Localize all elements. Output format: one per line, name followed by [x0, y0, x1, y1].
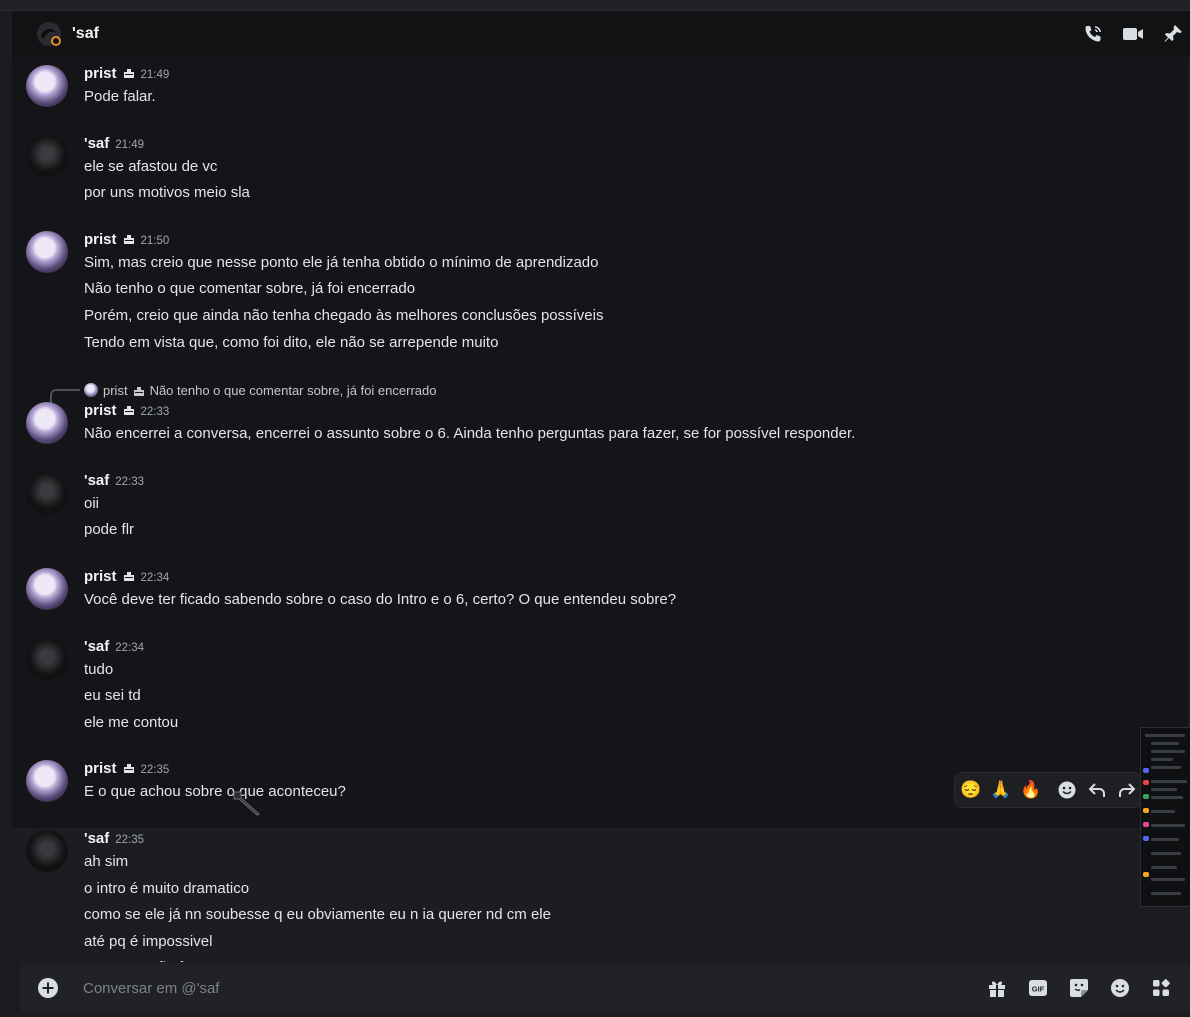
reaction-pensive[interactable]: 😔	[959, 778, 983, 802]
message[interactable]: prist Não tenho o que comentar sobre, já …	[12, 378, 1188, 449]
user-avatar[interactable]	[26, 230, 68, 273]
message-text: até pq é impossivel	[84, 932, 213, 950]
timestamp: 21:49	[140, 69, 170, 81]
message-composer[interactable]: Conversar em @'saf GIF	[20, 963, 1190, 1013]
add-reaction-icon[interactable]	[1055, 778, 1079, 802]
timestamp: 22:33	[140, 406, 170, 419]
svg-text:GIF: GIF	[1032, 985, 1045, 994]
username[interactable]: prist	[84, 567, 117, 587]
message[interactable]: 'saf 21:49 ele se afastou de vc por uns mot…	[12, 133, 1188, 208]
timestamp: 21:50	[140, 234, 170, 247]
reply-preview[interactable]: prist Não tenho o que comentar sobre, já …	[50, 379, 1168, 406]
message-text: pode flr	[84, 521, 135, 539]
window-top-strip	[0, 0, 1190, 11]
timestamp: 22:33	[115, 475, 145, 488]
message-text: ah sim	[84, 852, 129, 870]
message-text: Sim, mas creio que nesse ponto ele já te…	[84, 253, 599, 271]
message[interactable]: prist 21:50 Sim, mas creio que nesse ponto…	[12, 229, 1188, 357]
message-input[interactable]: Conversar em @'saf	[83, 980, 219, 997]
clan-tag-icon	[123, 406, 134, 416]
user-avatar[interactable]	[26, 65, 68, 107]
timestamp: 22:34	[115, 641, 145, 654]
message-text: Pode falar.	[84, 88, 156, 105]
message-text: tudo	[84, 660, 114, 678]
user-avatar[interactable]	[26, 760, 68, 803]
screen-share-thumbnail[interactable]	[1140, 727, 1190, 907]
left-edge	[0, 57, 12, 1017]
plus-circle-icon[interactable]	[37, 977, 59, 999]
username[interactable]: 'saf	[84, 134, 109, 154]
message-list[interactable]: prist 21:49 Pode falar. 'saf 21:49 ele se afa…	[12, 57, 1188, 962]
message-text: e nem se não fosse	[84, 955, 1168, 962]
reply-author[interactable]: prist	[103, 383, 128, 398]
username[interactable]: prist	[84, 230, 117, 250]
header-title: 'saf	[72, 25, 99, 42]
timestamp: 21:49	[115, 138, 145, 151]
timestamp: 22:35	[115, 833, 145, 846]
gif-icon[interactable]: GIF	[1027, 977, 1049, 999]
video-call-icon[interactable]	[1122, 23, 1144, 45]
user-avatar[interactable]	[26, 829, 68, 872]
message-text: Não tenho o que comentar sobre, já foi e…	[84, 280, 416, 298]
reaction-pray[interactable]: 🙏	[989, 778, 1013, 802]
clan-tag-icon	[123, 764, 134, 774]
forward-icon[interactable]	[1115, 778, 1139, 802]
user-avatar[interactable]	[26, 567, 68, 610]
gift-icon[interactable]	[986, 977, 1008, 999]
username[interactable]: prist	[84, 401, 117, 421]
clan-tag-icon	[123, 571, 134, 581]
user-avatar[interactable]	[26, 402, 68, 445]
username[interactable]: 'saf	[84, 829, 109, 849]
clan-tag-icon	[123, 234, 134, 244]
message-hover-toolbar: 😔 🙏 🔥	[955, 773, 1141, 807]
clan-tag-icon	[133, 386, 144, 396]
reaction-fire[interactable]: 🔥	[1019, 778, 1043, 802]
pin-icon[interactable]	[1162, 23, 1184, 45]
username[interactable]: 'saf	[84, 637, 109, 657]
message-text: Você deve ter ficado sabendo sobre o cas…	[84, 590, 677, 608]
mouse-cursor	[232, 790, 262, 816]
user-avatar[interactable]	[26, 134, 68, 177]
message-text: Tendo em vista que, como foi dito, ele n…	[84, 333, 499, 351]
clan-tag-icon	[123, 69, 134, 78]
timestamp: 22:35	[140, 764, 170, 777]
header-avatar[interactable]	[36, 21, 62, 47]
reply-text: Não tenho o que comentar sobre, já foi e…	[149, 382, 437, 398]
message-text: Porém, creio que ainda não tenha chegado…	[84, 306, 604, 324]
timestamp: 22:34	[140, 571, 170, 584]
message-text: o intro é muito dramatico	[84, 879, 250, 897]
message-text: por uns motivos meio sla	[84, 184, 250, 202]
message-text: como se ele já nn soubesse q eu obviamen…	[84, 906, 551, 924]
user-avatar[interactable]	[26, 471, 68, 514]
message-text: ele me contou	[84, 713, 179, 731]
username[interactable]: prist	[84, 64, 117, 84]
message-text: ele se afastou de vc	[84, 157, 218, 175]
message[interactable]: 'saf 22:35 ah sim o intro é muito dramatico…	[12, 827, 1188, 962]
message[interactable]: 'saf 22:33 oii pode flr	[12, 470, 1188, 545]
message-text: Não encerrei a conversa, encerrei o assu…	[84, 425, 856, 443]
dm-header: 'saf	[12, 11, 1190, 57]
emoji-icon[interactable]	[1109, 977, 1131, 999]
message-text: eu sei td	[84, 687, 141, 705]
username[interactable]: 'saf	[84, 471, 109, 491]
user-avatar[interactable]	[26, 637, 68, 680]
message[interactable]: prist 22:34 Você deve ter ficado sabendo s…	[12, 566, 1188, 615]
phone-call-icon[interactable]	[1082, 23, 1104, 45]
apps-icon[interactable]	[1150, 977, 1172, 999]
reply-avatar	[84, 383, 98, 398]
message[interactable]: prist 21:49 Pode falar.	[12, 63, 1188, 112]
sticker-icon[interactable]	[1068, 977, 1090, 999]
reply-icon[interactable]	[1085, 778, 1109, 802]
message[interactable]: 'saf 22:34 tudo eu sei td ele me contou	[12, 636, 1188, 738]
username[interactable]: prist	[84, 759, 117, 779]
message-text: oii	[84, 494, 100, 512]
